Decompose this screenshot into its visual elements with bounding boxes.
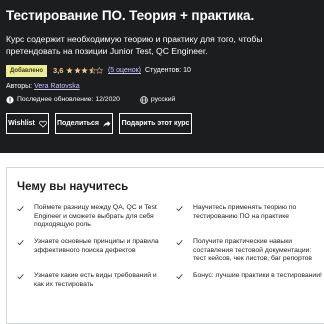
learn-item: Узнаете какие есть виды требований и как… [17, 272, 167, 289]
checkmark-icon [17, 240, 24, 246]
wishlist-label: Wishlist [8, 120, 35, 127]
language: русский [140, 95, 175, 104]
star-full-icon [66, 67, 74, 74]
learn-item: Научитесь применять теорию по тестирован… [176, 204, 324, 221]
checkmark-icon [176, 240, 183, 246]
author-row: Авторы: Vera Ratovska [6, 82, 318, 91]
share-arrow-icon [103, 120, 111, 127]
star-half-icon [88, 67, 96, 74]
author-label: Авторы: [6, 83, 33, 90]
rating-stars [66, 67, 104, 74]
learn-item-text: Узнаете основные принципы и правила эффе… [34, 238, 159, 254]
star-full-icon [81, 67, 89, 74]
share-label: Поделиться [56, 120, 99, 127]
language-text: русский [150, 96, 176, 103]
learn-item-text: Поймете разницу между QA, QC и Test Engi… [34, 204, 157, 228]
students-count: Студентов: 10 [145, 67, 191, 74]
checkmark-icon [176, 206, 183, 212]
gift-course-button[interactable]: Подарить этот курс [119, 113, 192, 134]
course-header: Тестирование ПО. Теория + практика. Курс… [0, 0, 324, 153]
heart-icon [39, 120, 47, 128]
learn-item-text: Получите практические навыки составления… [193, 238, 312, 262]
learn-item: Поймете разницу между QA, QC и Test Engi… [17, 204, 167, 230]
gift-label: Подарить этот курс [121, 120, 190, 127]
globe-icon [140, 95, 148, 104]
share-button[interactable]: Поделиться [55, 113, 113, 134]
wishlist-button[interactable]: Wishlist [6, 113, 49, 134]
learn-item: Получите практические навыки составления… [176, 238, 324, 264]
meta-row: Последнее обновление: 12/2020 русский [6, 95, 318, 104]
section-title: Чему вы научитесь [17, 181, 129, 193]
action-buttons: Wishlist Поделиться Подарить этот курс [6, 113, 318, 134]
learn-item: Узнаете основные принципы и правила эффе… [17, 238, 167, 255]
rating-value: 3,6 [53, 66, 64, 75]
last-updated: Последнее обновление: 12/2020 [6, 95, 120, 104]
learn-item-text: Научитесь применять теорию по тестирован… [193, 204, 297, 220]
rating-row: Добавлено 3,6 (5 оценок) Студентов: 10 [6, 64, 318, 77]
learn-item: Бонус: лучшие практики в тестировании! [176, 272, 324, 281]
last-updated-text: Последнее обновление: 12/2020 [17, 96, 120, 103]
alert-icon [6, 95, 14, 104]
course-subtitle: Курс содержит необходимую теорию и практ… [6, 34, 263, 56]
star-empty-icon [96, 67, 104, 74]
course-title: Тестирование ПО. Теория + практика. [6, 8, 255, 23]
learn-item-text: Бонус: лучшие практики в тестировании! [193, 272, 322, 279]
checkmark-icon [17, 274, 24, 280]
author-link[interactable]: Vera Ratovska [34, 83, 80, 90]
star-full-icon [74, 67, 81, 74]
ratings-count-link[interactable]: (5 оценок) [108, 67, 141, 74]
learn-item-text: Узнаете какие есть виды требований и как… [34, 272, 157, 288]
status-badge: Добавлено [6, 64, 48, 77]
checkmark-icon [176, 274, 183, 280]
what-you-learn-section: Чему вы научитесь Поймете разницу между … [6, 167, 324, 324]
checkmark-icon [17, 206, 24, 212]
